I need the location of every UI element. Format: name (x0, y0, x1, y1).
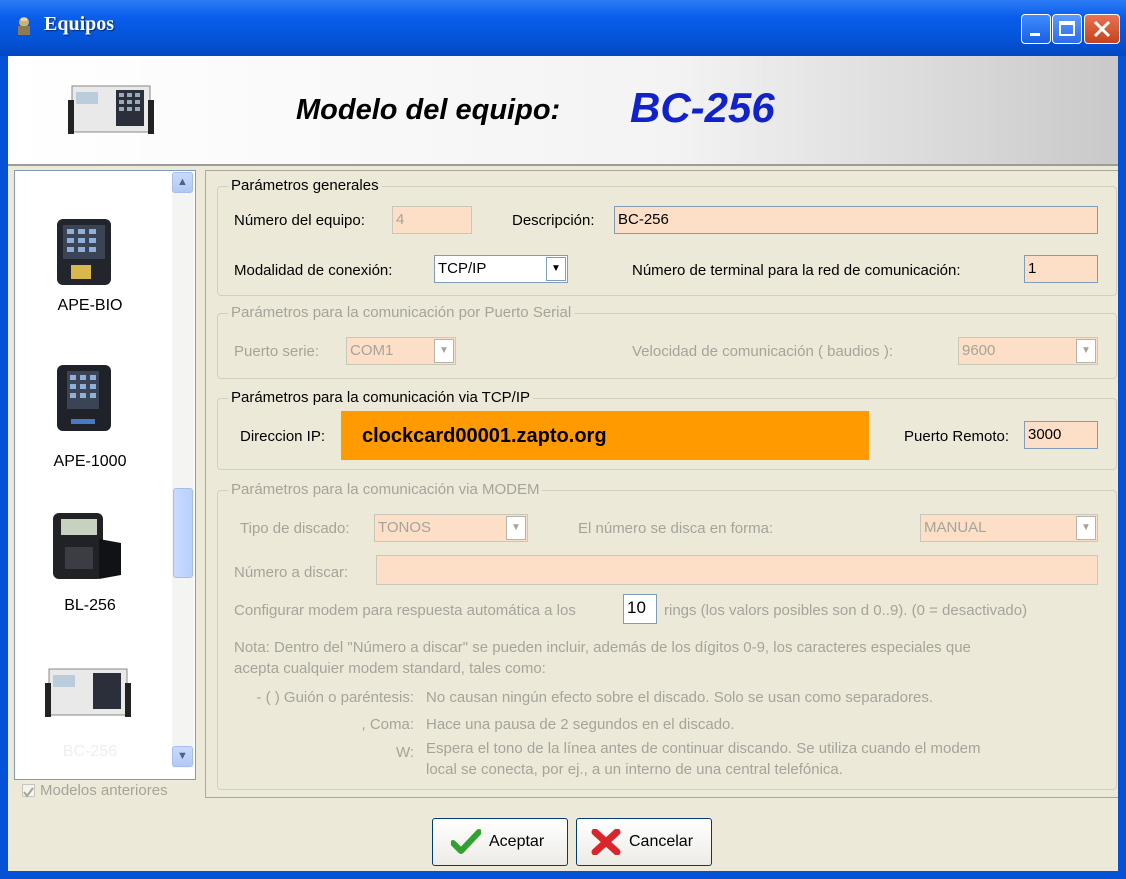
window-frame-bottom (0, 871, 1126, 879)
scroll-up-button[interactable]: ▲ (172, 172, 193, 193)
checkmark-icon (23, 787, 34, 798)
close-icon (1093, 20, 1111, 38)
bl-256-device-icon (53, 513, 121, 579)
device-label-ape-bio[interactable]: APE-BIO (15, 297, 165, 315)
description-label: Descripción: (512, 212, 595, 229)
app-icon (18, 17, 30, 35)
special-char-desc: No causan ningún efecto sobre el discado… (426, 689, 933, 706)
baud-rate-value: 9600 (962, 342, 996, 359)
terminal-number-label: Número de terminal para la red de comuni… (632, 262, 961, 279)
auto-answer-prefix: Configurar modem para respuesta automáti… (234, 602, 576, 619)
dial-number-label: Número a discar: (234, 564, 349, 581)
ip-address-value: clockcard00001.zapto.org (362, 425, 607, 447)
device-number-field[interactable]: 4 (392, 206, 472, 234)
model-label: Modelo del equipo: (296, 94, 561, 126)
device-list[interactable]: APE-BIO APE-1000 BL-256 BC-256 (14, 170, 196, 780)
serial-port-label: Puerto serie: (234, 343, 320, 360)
chevron-down-icon[interactable]: ▼ (1076, 339, 1096, 363)
serial-params-legend: Parámetros para la comunicación por Puer… (228, 304, 575, 321)
modem-params-legend: Parámetros para la comunicación via MODE… (228, 481, 543, 498)
header-banner: Modelo del equipo: BC-256 (8, 56, 1118, 166)
bc-256-device-icon (45, 668, 131, 717)
accept-button-label: Aceptar (489, 833, 545, 850)
model-name: BC-256 (630, 84, 775, 131)
special-char-key: , Coma: (361, 716, 414, 733)
minimize-icon (1030, 33, 1040, 36)
dial-type-label: Tipo de discado: (240, 520, 350, 537)
connection-mode-select[interactable]: TCP/IP ▼ (434, 255, 568, 283)
special-char-desc-continued: local se conecta, por ej., a un interno … (426, 761, 843, 778)
special-char-desc: Espera el tono de la línea antes de cont… (426, 740, 981, 757)
close-button[interactable] (1084, 14, 1120, 44)
baud-rate-label: Velocidad de comunicación ( baudios ): (632, 343, 893, 360)
scroll-down-button[interactable]: ▼ (172, 746, 193, 767)
dial-mode-label: El número se disca en forma: (578, 520, 774, 537)
special-char-key: - ( ) Guión o paréntesis: (256, 689, 414, 706)
previous-models-checkbox[interactable] (22, 784, 35, 798)
ape-1000-device-icon (57, 365, 111, 431)
minimize-button[interactable] (1021, 14, 1051, 44)
description-field[interactable]: BC-256 (614, 206, 1098, 234)
special-char-desc: Hace una pausa de 2 segundos en el disca… (426, 716, 735, 733)
cancel-button-label: Cancelar (629, 833, 694, 850)
general-params-group: Parámetros generales (217, 177, 1117, 296)
accept-button[interactable]: Aceptar (432, 818, 568, 866)
tcp-params-legend: Parámetros para la comunicación via TCP/… (228, 389, 534, 406)
connection-mode-label: Modalidad de conexión: (234, 262, 393, 279)
title-bar[interactable] (0, 0, 1126, 56)
note-line-2: acepta cualquier modem standard, tales c… (234, 660, 546, 677)
window-frame-right (1118, 56, 1126, 879)
chevron-down-icon[interactable]: ▼ (1076, 516, 1096, 540)
baud-rate-select[interactable]: 9600 ▼ (958, 337, 1098, 365)
cancel-x-icon (591, 829, 621, 855)
window-title: Equipos (44, 13, 115, 35)
maximize-icon (1059, 21, 1075, 36)
dial-type-value: TONOS (378, 519, 432, 536)
chevron-down-icon[interactable]: ▼ (434, 339, 454, 363)
previous-models-label: Modelos anteriores (40, 782, 168, 799)
auto-answer-rings-field[interactable]: 10 (623, 594, 657, 624)
device-label-bl-256[interactable]: BL-256 (15, 597, 165, 615)
remote-port-label: Puerto Remoto: (904, 428, 1010, 445)
serial-port-value: COM1 (350, 342, 394, 359)
ape-bio-device-icon (57, 219, 111, 285)
note-line-1: Nota: Dentro del "Número a discar" se pu… (234, 639, 971, 656)
device-number-label: Número del equipo: (234, 212, 365, 229)
device-label-ape-1000[interactable]: APE-1000 (15, 453, 165, 471)
special-char-key: W: (395, 744, 414, 761)
window-frame-left (0, 56, 8, 879)
ip-address-label: Direccion IP: (240, 428, 326, 445)
remote-port-field[interactable]: 3000 (1024, 421, 1098, 449)
scroll-thumb[interactable] (173, 488, 193, 578)
connection-mode-value: TCP/IP (438, 260, 487, 277)
checkmark-icon (451, 829, 481, 854)
device-label-bc-256[interactable]: BC-256 (15, 743, 165, 761)
dial-mode-value: MANUAL (924, 519, 987, 536)
device-image (68, 85, 154, 134)
general-params-legend: Parámetros generales (228, 177, 382, 194)
cancel-button[interactable]: Cancelar (576, 818, 712, 866)
device-list-scrollbar[interactable]: ▲ ▼ (172, 172, 194, 768)
maximize-button[interactable] (1052, 14, 1082, 44)
dial-mode-select[interactable]: MANUAL ▼ (920, 514, 1098, 542)
auto-answer-suffix: rings (los valors posibles son d 0..9). … (664, 602, 1028, 619)
dial-type-select[interactable]: TONOS ▼ (374, 514, 528, 542)
dial-number-field[interactable] (376, 555, 1098, 585)
chevron-down-icon[interactable]: ▼ (506, 516, 526, 540)
serial-port-select[interactable]: COM1 ▼ (346, 337, 456, 365)
terminal-number-field[interactable]: 1 (1024, 255, 1098, 283)
chevron-down-icon[interactable]: ▼ (546, 257, 566, 281)
